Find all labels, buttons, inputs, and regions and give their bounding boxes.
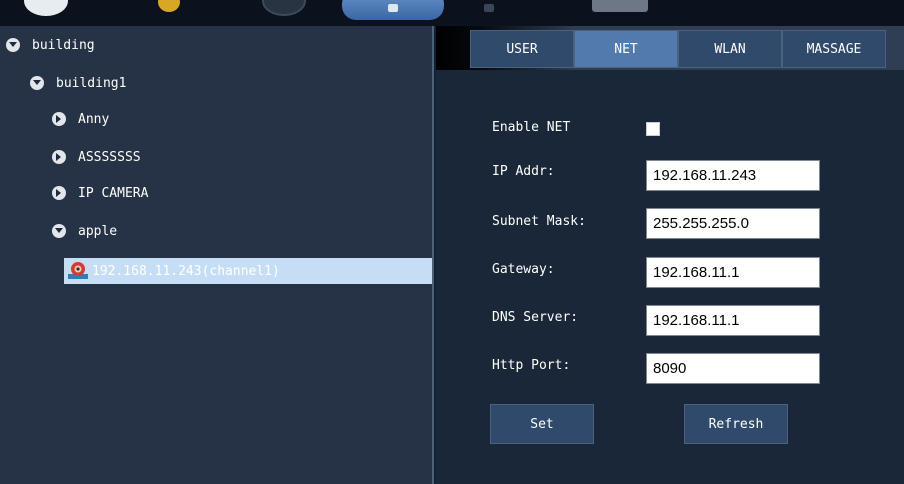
device-tree: building building1 Anny ASSSSSSS IP CAME… [0,26,434,484]
record-icon[interactable] [262,0,306,16]
tree-node-apple[interactable]: apple [52,218,117,244]
gateway-label: Gateway: [492,262,555,277]
logo-icon[interactable] [24,0,68,16]
tab-net[interactable]: NET [574,30,678,68]
settings-icon[interactable] [484,4,494,12]
tab-wlan[interactable]: WLAN [678,30,782,68]
http-port-label: Http Port: [492,358,571,373]
tree-node-label: building [32,37,95,53]
tree-node-building[interactable]: building [6,32,95,58]
enable-net-checkbox[interactable] [646,122,660,136]
tab-massage[interactable]: MASSAGE [782,30,886,68]
device-label: 192.168.11.243(channel1) [92,263,280,279]
expand-arrow-icon[interactable] [52,150,66,164]
collapse-arrow-icon[interactable] [6,38,20,52]
toolbar [0,0,904,26]
collapse-arrow-icon[interactable] [52,224,66,238]
tree-node-label: IP CAMERA [78,185,149,201]
settings-panel: USER NET WLAN MASSAGE Enable NET IP Addr… [436,26,904,484]
tree-node-building1[interactable]: building1 [30,70,126,96]
expand-arrow-icon[interactable] [52,186,66,200]
expand-arrow-icon[interactable] [52,112,66,126]
tree-node-device-selected[interactable]: 192.168.11.243(channel1) [64,258,432,284]
camera-icon [68,261,88,281]
tree-node-label: apple [78,223,118,239]
tree-node-label: Anny [78,111,110,127]
folder-icon[interactable] [158,0,180,12]
tree-node-anny[interactable]: Anny [52,106,109,132]
enable-net-label: Enable NET [492,120,571,135]
ip-addr-label: IP Addr: [492,164,555,179]
set-button[interactable]: Set [490,404,594,444]
tree-node-ip-camera[interactable]: IP CAMERA [52,180,148,206]
dns-server-field[interactable]: 192.168.11.1 [646,305,820,336]
subnet-mask-field[interactable]: 255.255.255.0 [646,208,820,239]
app-window: building building1 Anny ASSSSSSS IP CAME… [0,0,904,484]
ip-addr-field[interactable]: 192.168.11.243 [646,160,820,191]
subnet-mask-label: Subnet Mask: [492,214,586,229]
tree-node-label: building1 [56,75,127,91]
collapse-arrow-icon[interactable] [30,76,44,90]
refresh-button[interactable]: Refresh [684,404,788,444]
http-port-field[interactable]: 8090 [646,353,820,384]
tree-node-assssssss[interactable]: ASSSSSSS [52,144,141,170]
tree-node-label: ASSSSSSS [78,149,141,165]
gateway-field[interactable]: 192.168.11.1 [646,257,820,288]
dns-server-label: DNS Server: [492,310,579,325]
tab-user[interactable]: USER [470,30,574,68]
network-icon[interactable] [342,0,444,20]
view-icon[interactable] [592,0,648,12]
